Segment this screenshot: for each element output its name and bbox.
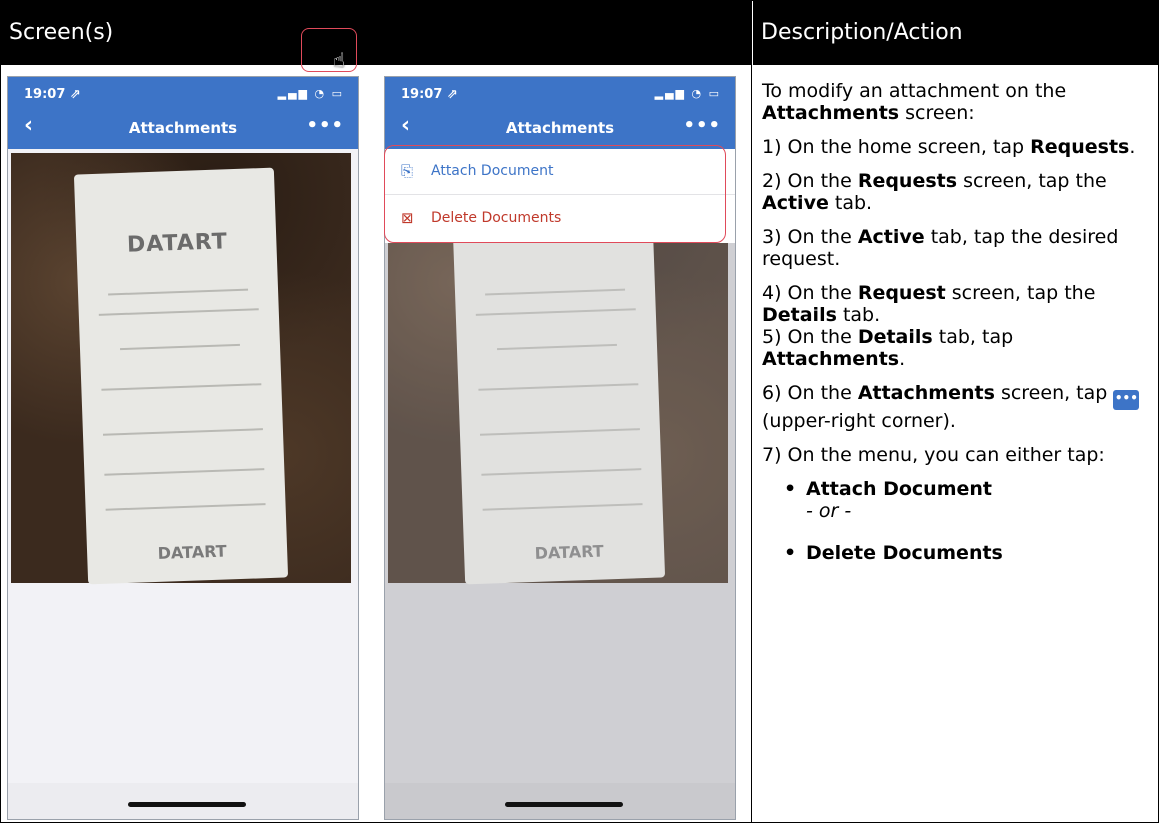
status-time: 19:07 ⇗ [24, 87, 81, 102]
more-button-highlight [301, 28, 357, 72]
text: tab. [828, 192, 873, 214]
bottom-strip [385, 783, 735, 819]
bold-text: Attachments [762, 102, 900, 124]
bold-text: Attach Document [806, 478, 993, 500]
receipt-logo-bottom: DATART [534, 541, 604, 563]
table-header-row: Screen(s) Description/Action [1, 1, 1158, 65]
receipt-text-line [481, 468, 642, 476]
home-indicator [505, 802, 623, 807]
hand-cursor-icon: ☝ [333, 48, 346, 72]
receipt-text-line [119, 343, 240, 351]
bold-text: Attachments [762, 348, 900, 370]
app-nav-bar: 19:07 ⇗ ▂▄▆ ◔ ▭ ‹ Attachments ••• [385, 77, 735, 149]
text: 6) On the [762, 382, 858, 404]
text: (upper-right corner). [762, 410, 956, 432]
list-item: Delete Documents [784, 542, 1152, 564]
bold-text: Delete Documents [806, 542, 1003, 564]
receipt-logo-bottom: DATART [157, 541, 227, 563]
receipt-text-line [105, 503, 266, 511]
step-4: 4) On the Request screen, tap the Detail… [762, 282, 1152, 326]
step-3: 3) On the Active tab, tap the desired re… [762, 226, 1152, 270]
text: To modify an attachment on the [762, 80, 1067, 102]
phone-screen-attachments: 19:07 ⇗ ▂▄▆ ◔ ▭ ‹ Attachments ••• DATART… [7, 76, 359, 820]
receipt-text-line [98, 308, 259, 316]
status-icons: ▂▄▆ ◔ ▭ [277, 87, 344, 100]
bold-text: Details [762, 304, 837, 326]
bold-text: Requests [1030, 136, 1130, 158]
receipt: DATART DATART [73, 167, 289, 585]
or-separator: - or - [806, 500, 852, 522]
bold-text: Request [857, 282, 946, 304]
receipt-text-line [475, 308, 636, 316]
text: 3) On the [762, 226, 858, 248]
text: 4) On the [762, 282, 858, 304]
text: 5) On the [762, 326, 858, 348]
text: 1) On the home screen, tap [762, 136, 1031, 158]
header-screens: Screen(s) [9, 20, 114, 45]
bottom-strip [8, 783, 358, 819]
column-divider [751, 65, 752, 823]
text: screen, tap [994, 382, 1114, 404]
text: tab, tap [932, 326, 1014, 348]
receipt-photo: DATART DATART [11, 153, 351, 585]
text: screen, tap the [957, 170, 1107, 192]
step-1: 1) On the home screen, tap Requests. [762, 136, 1152, 158]
receipt-text-line [108, 288, 249, 296]
step-2: 2) On the Requests screen, tap the Activ… [762, 170, 1152, 214]
more-icon: ••• [1113, 390, 1140, 410]
receipt-text-line [104, 468, 265, 476]
step-6: 6) On the Attachments screen, tap ••• (u… [762, 382, 1152, 432]
receipt-text-line [478, 383, 639, 391]
text: screen: [899, 102, 975, 124]
bold-text: Details [857, 326, 933, 348]
receipt-logo: DATART [126, 229, 229, 258]
app-nav-bar: 19:07 ⇗ ▂▄▆ ◔ ▭ ‹ Attachments ••• [8, 77, 358, 149]
status-icons: ▂▄▆ ◔ ▭ [654, 87, 721, 100]
header-description: Description/Action [752, 1, 1158, 65]
status-time: 19:07 ⇗ [401, 87, 458, 102]
home-indicator [128, 802, 246, 807]
text: 2) On the [762, 170, 858, 192]
bold-text: Active [857, 226, 925, 248]
receipt-text-line [496, 343, 617, 351]
receipt-text-line [102, 428, 263, 436]
more-button[interactable]: ••• [683, 115, 721, 136]
step-5: 5) On the Details tab, tap Attachments. [762, 326, 1152, 370]
description-text: To modify an attachment on the Attachmen… [762, 80, 1152, 584]
receipt-text-line [482, 503, 643, 511]
bold-text: Active [762, 192, 829, 214]
receipt-text-line [101, 383, 262, 391]
receipt-text-line [485, 288, 626, 296]
bold-text: Attachments [857, 382, 995, 404]
intro: To modify an attachment on the Attachmen… [762, 80, 1152, 124]
text: . [1129, 136, 1136, 158]
receipt-text-line [479, 428, 640, 436]
text: . [899, 348, 906, 370]
bold-text: Requests [857, 170, 958, 192]
text: tab. [836, 304, 881, 326]
more-button[interactable]: ••• [306, 115, 344, 136]
option-list: Attach Document- or - Delete Documents [784, 478, 1152, 564]
list-item: Attach Document- or - [784, 478, 1152, 522]
text: screen, tap the [945, 282, 1096, 304]
step-7: 7) On the menu, you can either tap: [762, 444, 1105, 466]
menu-highlight [384, 145, 726, 243]
